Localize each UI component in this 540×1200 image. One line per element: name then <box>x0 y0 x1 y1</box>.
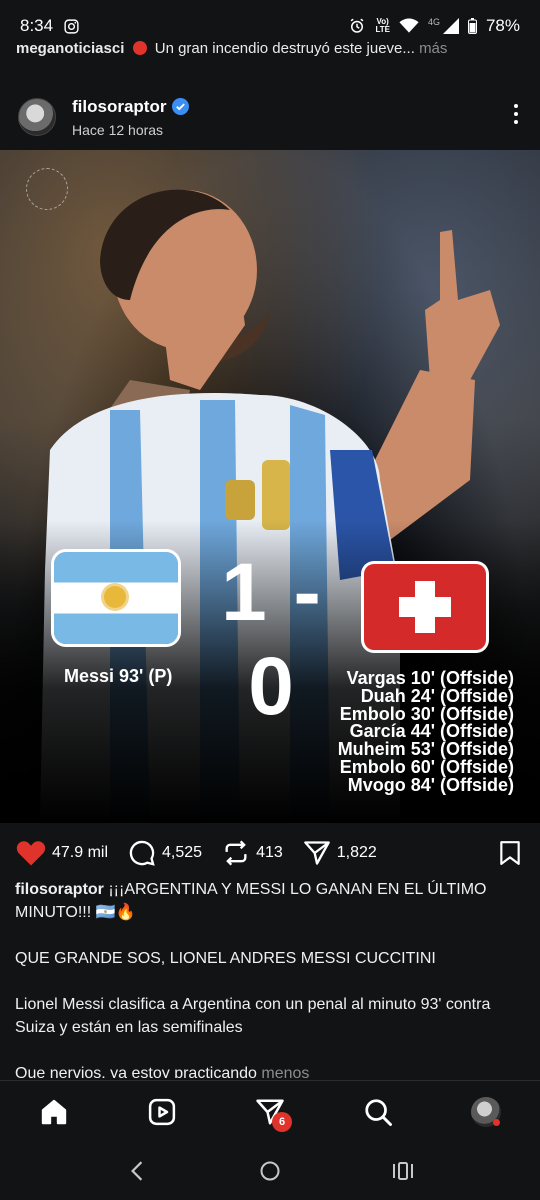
caption-paragraph: Que nervios, ya estoy practicando <box>15 1065 257 1078</box>
chevron-left-icon <box>130 1161 142 1181</box>
home-scorer: Messi 93' (P) <box>64 666 173 686</box>
home-system-button[interactable] <box>250 1151 290 1191</box>
system-nav-bar <box>0 1142 540 1200</box>
match-score: 1 - 0 <box>221 547 323 732</box>
recents-button[interactable] <box>383 1151 423 1191</box>
nav-notifications[interactable]: 6 <box>250 1092 292 1132</box>
bottom-nav: 6 <box>0 1080 540 1142</box>
heart-icon <box>16 841 46 866</box>
share-count: 1,822 <box>336 844 377 861</box>
away-scorer: Mvogo 84' (Offside) <box>347 774 514 795</box>
previous-post-username[interactable]: meganoticiasci <box>16 40 124 57</box>
comment-button[interactable]: 4,525 <box>128 839 202 867</box>
circle-icon <box>260 1161 280 1181</box>
send-icon <box>303 841 330 865</box>
post-image[interactable]: 1 - 0 Messi 93' (P) Vargas 10' (Offside)… <box>0 150 540 823</box>
caption-paragraph: QUE GRANDE SOS, LIONEL ANDRES MESSI CUCC… <box>15 950 436 967</box>
network-type: 4G <box>427 17 440 27</box>
recents-icon <box>393 1162 414 1180</box>
search-icon <box>365 1098 392 1126</box>
post-caption: filosoraptor ¡¡¡ARGENTINA Y MESSI LO GAN… <box>15 878 525 1078</box>
home-icon <box>41 1099 67 1124</box>
comment-icon <box>129 840 155 866</box>
comment-count: 4,525 <box>162 844 203 861</box>
more-options-icon[interactable] <box>514 104 518 124</box>
switzerland-flag-icon <box>364 564 486 650</box>
previous-post-text: Un gran incendio destruyó este jueve... <box>154 40 415 57</box>
volte-bottom-text: LTE <box>375 25 390 34</box>
repost-icon <box>225 840 247 866</box>
bookmark-icon[interactable] <box>498 840 522 871</box>
away-scorers-list: Vargas 10' (Offside) Duah 24' (Offside) … <box>338 669 514 795</box>
signal-icon <box>442 18 459 34</box>
nav-profile[interactable] <box>466 1092 506 1132</box>
repost-button[interactable]: 413 <box>222 839 283 867</box>
notification-badge: 6 <box>272 1111 292 1132</box>
nav-search[interactable] <box>358 1092 398 1132</box>
like-count: 47.9 mil <box>52 844 109 861</box>
profile-indicator-dot <box>493 1118 500 1126</box>
reels-icon <box>148 1098 176 1125</box>
previous-post-caption[interactable]: meganoticiasci Un gran incendio destruyó… <box>16 40 526 64</box>
status-time: 8:34 <box>20 16 54 35</box>
back-button[interactable] <box>117 1151 157 1191</box>
caption-less-link[interactable]: menos <box>261 1065 309 1078</box>
instagram-icon <box>63 18 80 35</box>
post-username[interactable]: filosoraptor <box>72 97 166 117</box>
share-button[interactable]: 1,822 <box>303 839 377 867</box>
repost-count: 413 <box>256 844 283 861</box>
nav-home[interactable] <box>34 1092 74 1132</box>
argentina-flag-icon <box>54 552 178 644</box>
away-scorer: Duah 24' (Offside) <box>360 685 514 706</box>
verified-badge-icon <box>172 98 190 115</box>
nav-reels[interactable] <box>142 1092 182 1132</box>
volte-indicator: Vo) LTE <box>375 18 390 34</box>
post-header: filosoraptor Hace 12 horas <box>0 84 540 150</box>
scoreboard: 1 - 0 <box>0 547 540 732</box>
post-timestamp: Hace 12 horas <box>72 121 164 138</box>
alarm-icon <box>348 17 366 35</box>
battery-percent: 78% <box>485 16 520 35</box>
avatar[interactable] <box>18 98 56 136</box>
previous-post-more-link[interactable]: más <box>419 40 447 57</box>
battery-icon <box>467 18 477 34</box>
red-circle-emoji <box>132 41 147 55</box>
caption-username[interactable]: filosoraptor <box>15 881 104 898</box>
like-button[interactable]: 47.9 mil <box>16 839 108 867</box>
wifi-icon <box>399 18 419 34</box>
caption-paragraph: Lionel Messi clasifica a Argentina con u… <box>15 996 491 1036</box>
post-actions: 47.9 mil 4,525 413 1,822 <box>0 830 540 876</box>
